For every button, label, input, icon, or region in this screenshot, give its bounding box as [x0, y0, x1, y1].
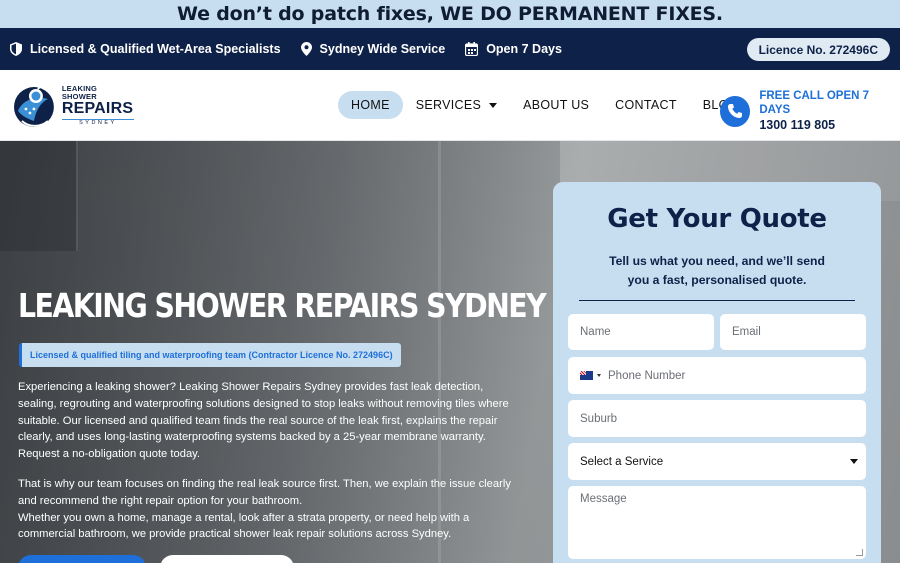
call-cta[interactable]: FREE CALL OPEN 7 DAYS 1300 119 805	[720, 89, 900, 133]
phone-field[interactable]: Phone Number	[568, 357, 866, 394]
promo-banner: We don’t do patch fixes, WE DO PERMANENT…	[0, 0, 900, 28]
email-field[interactable]: Email	[720, 314, 866, 350]
call-text: FREE CALL OPEN 7 DAYS 1300 119 805	[759, 89, 900, 133]
hero-primary-button[interactable]	[18, 555, 146, 563]
quote-form: Get Your Quote Tell us what you need, an…	[553, 182, 881, 563]
email-placeholder: Email	[732, 326, 761, 338]
logo-line-2: REPAIRS	[61, 100, 134, 118]
chevron-down-icon	[489, 102, 498, 108]
nav-contact-label: CONTACT	[615, 98, 677, 112]
quote-title: Get Your Quote	[607, 204, 827, 234]
info-item-hours: Open 7 Days	[465, 42, 562, 56]
info-item-label: Open 7 Days	[486, 42, 562, 56]
logo-line-3: SYDNEY	[61, 119, 134, 127]
service-select-value: Select a Service	[580, 455, 664, 468]
main-nav: HOME SERVICES ABOUT US CONTACT BLOG	[338, 91, 752, 119]
phone-placeholder: Phone Number	[608, 369, 686, 382]
call-number[interactable]: 1300 119 805	[759, 118, 900, 134]
message-placeholder: Message	[580, 493, 627, 505]
nav-services[interactable]: SERVICES	[403, 91, 510, 119]
suburb-placeholder: Suburb	[580, 412, 618, 425]
resize-handle-icon[interactable]	[856, 549, 863, 556]
logo-line-1: LEAKING SHOWER	[61, 84, 98, 101]
shower-head-logo-icon	[13, 83, 54, 127]
hero-secondary-text: That is why our team focuses on finding …	[18, 476, 523, 543]
info-item-licensed: Licensed & Qualified Wet-Area Specialist…	[10, 42, 281, 56]
name-field[interactable]: Name	[568, 314, 714, 350]
name-placeholder: Name	[580, 326, 611, 338]
hero-secondary-button[interactable]	[160, 555, 294, 563]
quote-subtitle: Tell us what you need, and we’ll send yo…	[609, 254, 825, 287]
message-field[interactable]: Message	[568, 486, 866, 559]
promo-text: We don’t do patch fixes, WE DO PERMANENT…	[177, 3, 723, 25]
info-item-label: Sydney Wide Service	[319, 42, 446, 56]
hero-paragraph-3: Whether you own a home, manage a rental,…	[18, 511, 470, 541]
calendar-icon	[465, 42, 479, 56]
info-item-service-area: Sydney Wide Service	[300, 42, 446, 56]
location-pin-icon	[300, 42, 312, 56]
nav-services-label: SERVICES	[415, 98, 482, 112]
info-bar: Licensed & Qualified Wet-Area Specialist…	[0, 28, 900, 70]
call-label: FREE CALL OPEN 7 DAYS	[759, 90, 870, 117]
nav-contact[interactable]: CONTACT	[602, 91, 690, 119]
nav-home-label: HOME	[351, 98, 390, 112]
phone-icon	[720, 95, 751, 127]
nav-home[interactable]: HOME	[338, 91, 403, 119]
hero-paragraph-2: That is why our team focuses on finding …	[18, 478, 511, 507]
chevron-down-icon	[850, 459, 858, 464]
quote-divider	[579, 300, 855, 301]
hero-title: LEAKING SHOWER REPAIRS SYDNEY	[18, 286, 547, 325]
country-chevron-down-icon[interactable]	[597, 374, 601, 377]
nav-about-us[interactable]: ABOUT US	[510, 91, 602, 119]
australia-flag-icon[interactable]	[580, 371, 593, 380]
nav-about-label: ABOUT US	[523, 98, 590, 112]
hero-intro-paragraph: Experiencing a leaking shower? Leaking S…	[18, 381, 509, 461]
shield-icon	[10, 42, 22, 56]
logo-wordmark: LEAKING SHOWER REPAIRS SYDNEY	[61, 84, 134, 127]
site-header: LEAKING SHOWER REPAIRS SYDNEY HOME SERVI…	[0, 70, 900, 141]
info-item-label: Licensed & Qualified Wet-Area Specialist…	[30, 42, 281, 56]
suburb-field[interactable]: Suburb	[568, 400, 866, 437]
hero-licence-tag: Licensed & qualified tiling and waterpro…	[19, 343, 401, 367]
site-logo[interactable]: LEAKING SHOWER REPAIRS SYDNEY	[12, 80, 134, 132]
service-select[interactable]: Select a Service	[568, 443, 866, 480]
licence-badge: Licence No. 272496C	[746, 38, 890, 61]
